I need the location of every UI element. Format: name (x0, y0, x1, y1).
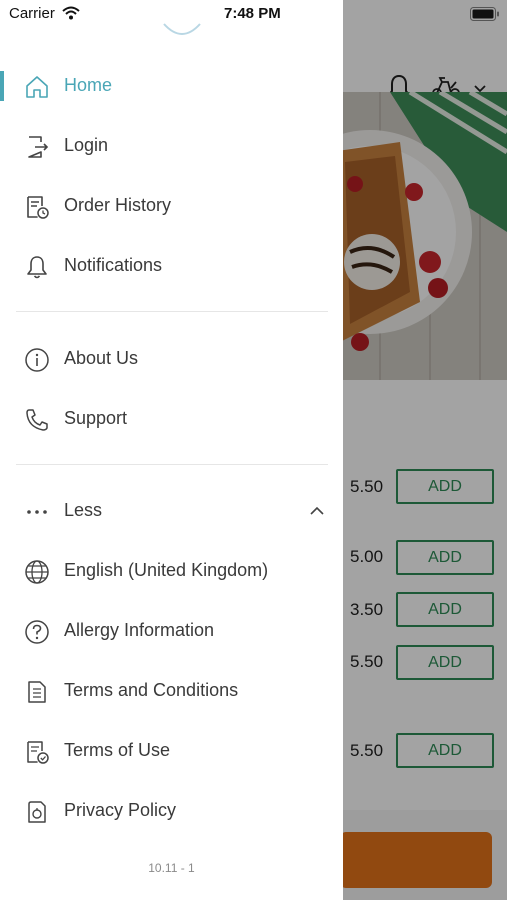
info-icon (25, 348, 49, 372)
menu-item-label: Privacy Policy (64, 800, 177, 820)
menu-item-label: Allergy Information (64, 620, 215, 640)
menu-item-terms-and-conditions[interactable]: Terms and Conditions (0, 661, 343, 721)
wifi-icon (62, 6, 80, 20)
question-icon (25, 620, 49, 644)
menu-item-home[interactable]: Home (0, 56, 343, 116)
menu-item-notifications[interactable]: Notifications (0, 236, 343, 296)
menu-item-privacy-policy[interactable]: Privacy Policy (0, 781, 343, 841)
clock: 7:48 PM (224, 5, 281, 22)
menu-item-terms-of-use[interactable]: Terms of Use (0, 721, 343, 781)
divider (16, 311, 328, 312)
menu-item-label: Support (64, 408, 128, 428)
battery-icon (470, 7, 499, 21)
document-icon (28, 681, 46, 703)
document-check-icon (27, 741, 49, 764)
menu-item-label: Less (64, 500, 103, 520)
globe-icon (25, 560, 49, 584)
carrier-label: Carrier (9, 5, 55, 22)
more-dots-icon (27, 510, 47, 514)
status-bar: Carrier 7:48 PM (0, 0, 507, 28)
app-version: 10.11 - 1 (148, 861, 195, 875)
divider (16, 464, 328, 465)
menu-item-login[interactable]: Login (0, 116, 343, 176)
menu-item-label: About Us (64, 348, 139, 368)
menu-item-language[interactable]: English (United Kingdom) (0, 541, 343, 601)
menu-item-label: Home (64, 75, 113, 95)
menu-item-label: Login (64, 135, 109, 155)
menu-item-allergy-information[interactable]: Allergy Information (0, 601, 343, 661)
menu-item-label: Order History (64, 195, 172, 215)
privacy-icon (28, 801, 46, 823)
order-history-icon (27, 196, 49, 219)
phone-icon (26, 409, 48, 431)
chevron-up-icon (310, 506, 324, 515)
menu-item-label: Terms of Use (64, 740, 171, 760)
menu-item-label: Notifications (64, 255, 163, 275)
home-icon (26, 76, 48, 98)
menu-item-label: English (United Kingdom) (64, 560, 269, 580)
login-icon (28, 136, 49, 158)
menu-item-order-history[interactable]: Order History (0, 176, 343, 236)
menu-item-about-us[interactable]: About Us (0, 329, 343, 389)
navigation-drawer: Home Login Order History Notifications A… (0, 0, 343, 900)
menu-item-support[interactable]: Support (0, 389, 343, 449)
menu-item-label: Terms and Conditions (64, 680, 239, 700)
bell-icon (27, 256, 47, 279)
menu-toggle-less[interactable]: Less (0, 481, 343, 541)
